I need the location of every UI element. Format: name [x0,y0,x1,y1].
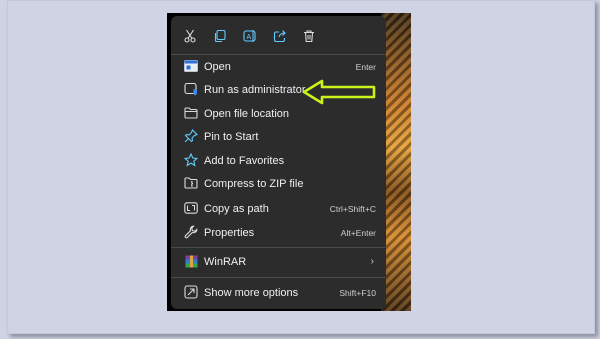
winrar-icon [183,253,199,269]
menu-item-label: Open [204,60,231,73]
menu-item-label: Open file location [204,107,289,120]
rename-icon[interactable]: A [238,24,262,48]
folder-icon [183,105,199,121]
menu-item-shortcut: Shift+F10 [339,287,376,298]
star-icon [183,152,199,168]
delete-icon[interactable] [297,24,321,48]
menu-item-open[interactable]: Open Enter [171,55,386,78]
wrench-icon [183,224,199,240]
annotation-arrow-icon [302,79,376,105]
menu-item-label: WinRAR [204,255,247,268]
menu-item-pin-to-start[interactable]: Pin to Start [171,125,386,148]
menu-item-add-to-favorites[interactable]: Add to Favorites [171,149,386,172]
menu-item-label: Add to Favorites [204,154,285,167]
context-menu: A Open Enter Run as administrator Open f… [171,16,386,309]
cut-icon[interactable] [178,24,202,48]
menu-item-label: Pin to Start [204,130,259,143]
menu-item-shortcut: Enter [355,61,376,72]
menu-item-properties[interactable]: Properties Alt+Enter [171,221,386,244]
quick-actions-toolbar: A [171,24,386,48]
menu-item-copy-as-path[interactable]: Copy as path Ctrl+Shift+C [171,197,386,220]
menu-item-open-file-location[interactable]: Open file location [171,102,386,125]
menu-item-show-more-options[interactable]: Show more options Shift+F10 [171,281,386,304]
path-icon [183,200,199,216]
menu-item-label: Run as administrator [204,83,306,96]
menu-item-shortcut: Alt+Enter [340,227,376,238]
open-icon [183,58,199,74]
menu-item-label: Copy as path [204,202,269,215]
menu-item-label: Show more options [204,286,299,299]
menu-item-winrar[interactable]: WinRAR › [171,250,386,273]
menu-item-shortcut: Ctrl+Shift+C [329,203,376,214]
more-options-icon [183,284,199,300]
svg-text:A: A [247,34,252,41]
chevron-right-icon: › [370,256,374,267]
menu-item-label: Compress to ZIP file [204,177,304,190]
menu-item-compress-to-zip[interactable]: Compress to ZIP file [171,172,386,195]
share-icon[interactable] [268,24,292,48]
zip-icon [183,175,199,191]
menu-separator [171,247,386,248]
copy-icon[interactable] [208,24,232,48]
menu-item-label: Properties [204,226,255,239]
shield-icon [183,81,199,97]
pin-icon [183,128,199,144]
menu-separator [171,277,386,278]
